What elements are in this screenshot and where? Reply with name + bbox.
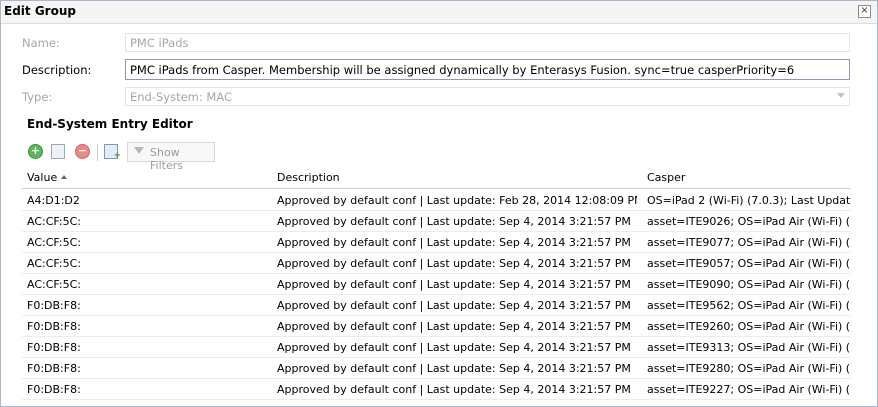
column-header-description[interactable]: Description — [277, 171, 637, 184]
cell-casper: asset=ITE9077; OS=iPad Air (Wi-Fi) (7.1.… — [647, 236, 851, 249]
description-field[interactable]: PMC iPads from Casper. Membership will b… — [125, 59, 850, 80]
cell-casper: asset=ITE9562; OS=iPad Air (Wi-Fi) (7.1.… — [647, 299, 851, 312]
cell-value: AC:CF:5C: — [27, 236, 80, 249]
cell-description: Approved by default conf | Last update: … — [277, 257, 631, 270]
entries-table: Value Description Casper A4:D1:D2: Approv… — [22, 166, 851, 406]
cell-casper: OS=iPad 2 (Wi-Fi) (7.0.3); Last Update=2… — [647, 194, 851, 207]
cell-description: Approved by default conf | Last update: … — [277, 236, 631, 249]
import-icon: + — [104, 144, 121, 161]
dialog-title: Edit Group — [4, 4, 76, 18]
column-header-casper[interactable]: Casper — [647, 171, 851, 184]
cell-casper: asset=ITE9057; OS=iPad Air (Wi-Fi) (7.1.… — [647, 257, 851, 270]
cell-value: A4:D1:D2: — [27, 194, 80, 207]
cell-description: Approved by default conf | Last update: … — [277, 362, 631, 375]
edit-entry-button[interactable] — [51, 144, 67, 160]
cell-value: F0:DB:F8:( — [27, 341, 80, 354]
filter-icon — [134, 147, 144, 154]
cell-description: Approved by default conf | Last update: … — [277, 299, 631, 312]
cell-value: F0:DB:F8:( — [27, 362, 80, 375]
close-icon[interactable]: × — [858, 5, 871, 18]
add-icon: + — [28, 144, 43, 159]
table-row[interactable]: AC:CF:5C: Approved by default conf | Last… — [22, 273, 851, 295]
chevron-down-icon[interactable] — [837, 93, 845, 98]
cell-value: AC:CF:5C: — [27, 215, 80, 228]
cell-description: Approved by default conf | Last update: … — [277, 320, 631, 333]
cell-casper: asset=ITE9227; OS=iPad Air (Wi-Fi) (7.1.… — [647, 383, 851, 396]
edit-icon — [51, 144, 65, 159]
cell-description: Approved by default conf | Last update: … — [277, 278, 631, 291]
sort-ascending-icon — [61, 175, 68, 179]
table-row[interactable]: AC:CF:5C: Approved by default conf | Last… — [22, 210, 851, 232]
table-row[interactable]: A4:D1:D2: Approved by default conf | Last… — [22, 189, 851, 211]
type-label: Type: — [22, 90, 53, 104]
edit-group-dialog: Edit Group × Name: PMC iPads Description… — [0, 0, 878, 407]
cell-casper: asset=ITE9090; OS=iPad Air (Wi-Fi) (7.1.… — [647, 278, 851, 291]
cell-casper: asset=ITE9313; OS=iPad Air (Wi-Fi) (7.1.… — [647, 341, 851, 354]
table-header: Value Description Casper — [22, 166, 851, 189]
cell-value: F0:DB:F8:( — [27, 383, 80, 396]
table-row[interactable]: F0:DB:F8:( Approved by default conf | Las… — [22, 378, 851, 400]
table-row[interactable]: F0:DB:F8:( Approved by default conf | Las… — [22, 294, 851, 316]
remove-icon: − — [75, 144, 90, 159]
import-entries-button[interactable]: + — [104, 144, 121, 161]
table-row[interactable]: F0:DB:F8:( Approved by default conf | Las… — [22, 315, 851, 337]
cell-description: Approved by default conf | Last update: … — [277, 194, 637, 207]
column-header-value[interactable]: Value — [27, 171, 80, 184]
type-select[interactable]: End-System: MAC — [125, 87, 850, 106]
description-label: Description: — [22, 63, 92, 77]
editor-toolbar: + − + Show Filters — [25, 141, 860, 172]
name-label: Name: — [22, 36, 60, 50]
table-row[interactable]: AC:CF:5C: Approved by default conf | Last… — [22, 231, 851, 253]
cell-value: F0:DB:F8:( — [27, 299, 80, 312]
add-entry-button[interactable]: + — [28, 144, 44, 160]
cell-value: AC:CF:5C: — [27, 257, 80, 270]
table-row[interactable]: F0:DB:F8:( Approved by default conf | Las… — [22, 336, 851, 358]
cell-value: AC:CF:5C: — [27, 278, 80, 291]
cell-description: Approved by default conf | Last update: … — [277, 383, 631, 396]
cell-description: Approved by default conf | Last update: … — [277, 341, 631, 354]
remove-entry-button[interactable]: − — [75, 144, 91, 160]
cell-casper: asset=ITE9026; OS=iPad Air (Wi-Fi) (7.1.… — [647, 215, 851, 228]
cell-casper: asset=ITE9280; OS=iPad Air (Wi-Fi) (7.1.… — [647, 362, 851, 375]
cell-casper: asset=ITE9260; OS=iPad Air (Wi-Fi) (7.1.… — [647, 320, 851, 333]
table-row[interactable]: AC:CF:5C: Approved by default conf | Last… — [22, 252, 851, 274]
name-field[interactable]: PMC iPads — [125, 33, 850, 52]
editor-title: End-System Entry Editor — [27, 117, 193, 131]
show-filters-button[interactable]: Show Filters — [127, 142, 215, 172]
cell-description: Approved by default conf | Last update: … — [277, 215, 631, 228]
title-bar[interactable]: Edit Group × — [1, 1, 877, 24]
table-row[interactable]: F0:DB:F8:( Approved by default conf | Las… — [22, 357, 851, 379]
toolbar-divider — [97, 144, 98, 161]
type-value: End-System: MAC — [130, 90, 233, 104]
cell-value: F0:DB:F8:( — [27, 320, 80, 333]
